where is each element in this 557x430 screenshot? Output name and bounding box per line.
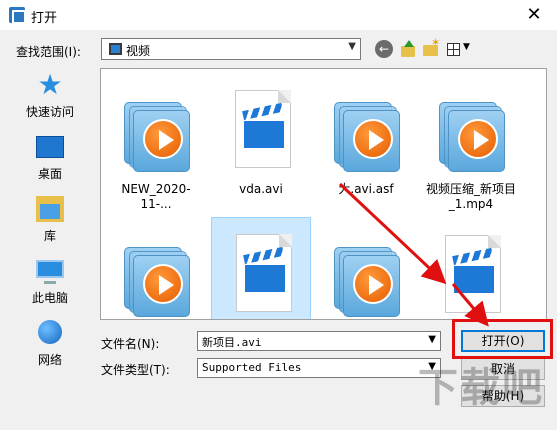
open-file-dialog: 打开 ✕ 查找范围(I): 视频 ▼ ← ▼ ★ 快速访问 桌面 库 此电脑 <box>0 0 557 430</box>
file-item[interactable]: vda.avi <box>211 74 311 219</box>
new-folder-icon[interactable] <box>423 36 440 58</box>
file-name: vda.avi <box>239 182 283 196</box>
app-icon <box>9 7 26 24</box>
file-list[interactable]: NEW_2020-11-... vda.avi 大.avi.asf 视频压缩_新… <box>100 68 547 320</box>
filename-input[interactable]: 新项目.avi ▼ <box>197 331 441 351</box>
file-item[interactable]: 视频压缩_新项目_1.mp4 <box>421 74 521 219</box>
place-label: 快速访问 <box>25 105 74 119</box>
place-desktop[interactable]: 桌面 <box>10 130 90 190</box>
file-item[interactable]: 大.avi.asf <box>316 74 416 219</box>
title-bar: 打开 ✕ <box>0 0 557 30</box>
up-folder-icon[interactable] <box>400 40 416 58</box>
filename-label: 文件名(N): <box>101 337 160 351</box>
places-bar: ★ 快速访问 桌面 库 此电脑 网络 <box>10 68 90 393</box>
look-in-value: 视频 <box>126 44 151 58</box>
file-name: 视频压缩_新项目_1.mp4 <box>425 182 516 211</box>
library-icon <box>36 196 64 222</box>
place-network[interactable]: 网络 <box>10 316 90 376</box>
filetype-label: 文件类型(T): <box>101 363 170 377</box>
media-player-icon <box>334 102 400 172</box>
chevron-down-icon: ▼ <box>463 42 470 52</box>
media-player-icon <box>334 247 400 317</box>
place-library[interactable]: 库 <box>10 192 90 252</box>
open-button-highlight <box>452 319 553 359</box>
watermark-logo: 下载吧 <box>418 365 544 411</box>
network-icon <box>38 320 62 344</box>
filetype-value: Supported Files <box>202 361 302 374</box>
view-grid-icon <box>447 43 460 56</box>
star-icon: ★ <box>37 68 63 101</box>
place-label: 网络 <box>37 353 62 367</box>
filename-value: 新项目.avi <box>202 336 262 349</box>
look-in-label: 查找范围(I): <box>16 45 81 59</box>
chevron-down-icon[interactable]: ▼ <box>428 334 436 345</box>
video-file-icon <box>445 235 501 313</box>
video-file-icon <box>235 90 291 168</box>
media-player-icon <box>439 102 505 172</box>
place-label: 桌面 <box>37 167 62 181</box>
media-player-icon <box>124 102 190 172</box>
file-item[interactable] <box>316 219 416 319</box>
file-name: 大.avi.asf <box>338 182 394 196</box>
place-label: 库 <box>43 229 56 243</box>
place-quick-access[interactable]: ★ 快速访问 <box>10 68 90 128</box>
view-menu-button[interactable]: ▼ <box>447 42 473 58</box>
chevron-down-icon[interactable]: ▼ <box>348 41 356 52</box>
video-file-icon <box>236 234 292 312</box>
media-player-icon <box>124 247 190 317</box>
file-item[interactable]: NEW_2020-11-... <box>106 74 206 219</box>
place-this-pc[interactable]: 此电脑 <box>10 254 90 314</box>
file-item[interactable] <box>421 219 521 319</box>
computer-icon <box>36 260 64 284</box>
file-item-selected[interactable] <box>211 217 311 319</box>
look-in-combobox[interactable]: 视频 ▼ <box>101 38 361 60</box>
file-item[interactable] <box>106 219 206 319</box>
desktop-icon <box>36 136 64 158</box>
file-name: NEW_2020-11-... <box>121 182 191 211</box>
back-button[interactable]: ← <box>375 40 393 58</box>
video-folder-icon <box>109 43 122 55</box>
close-button[interactable]: ✕ <box>511 0 557 30</box>
place-label: 此电脑 <box>31 291 68 305</box>
window-title: 打开 <box>31 11 58 26</box>
filetype-select[interactable]: Supported Files ▼ <box>197 358 441 378</box>
